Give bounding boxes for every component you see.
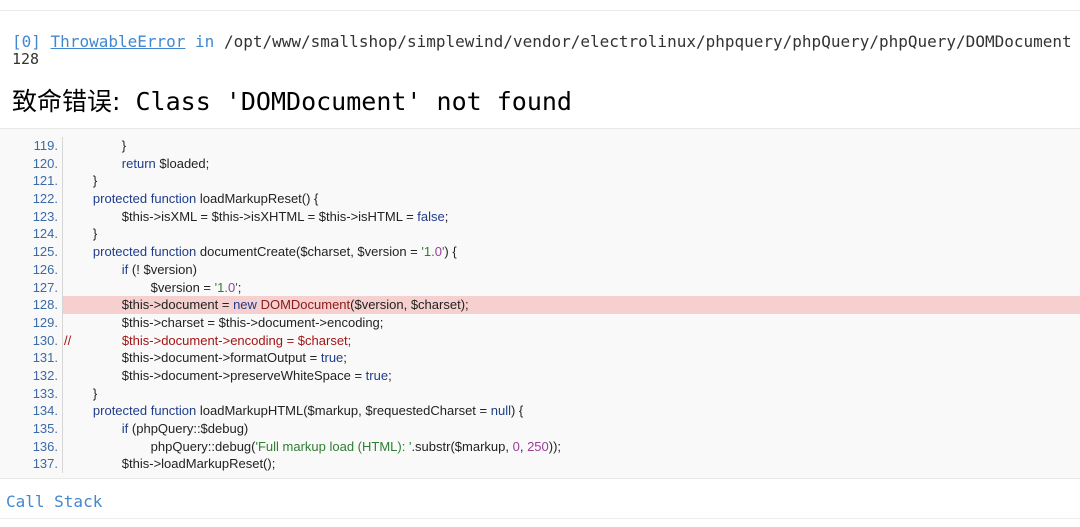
line-code: $this->charset = $this->document->encodi… xyxy=(64,314,384,330)
line-code: $this->document->formatOutput = true; xyxy=(64,350,347,366)
line-code: $this->loadMarkupReset(); xyxy=(64,456,276,472)
line-number: 137. xyxy=(32,456,58,472)
line-number: 136. xyxy=(32,438,58,454)
source-line: 135. if (phpQuery::$debug) xyxy=(0,420,1080,438)
line-number: 128. xyxy=(32,297,58,313)
source-lines: 119. } 120. return $loaded; 121. } 122. pro… xyxy=(0,137,1080,474)
line-gutter xyxy=(62,296,63,314)
source-line: 129. $this->charset = $this->document->e… xyxy=(0,313,1080,332)
line-code: $this->document = new DOMDocument($versi… xyxy=(64,297,469,313)
line-gutter xyxy=(62,384,63,403)
line-code: protected function documentCreate($chars… xyxy=(92,244,457,260)
line-gutter xyxy=(62,349,63,367)
line-number: 132. xyxy=(32,367,58,383)
line-code: } xyxy=(64,173,98,189)
top-divider xyxy=(0,10,1080,11)
source-line: 121. } xyxy=(0,172,1080,191)
line-gutter xyxy=(62,455,63,474)
line-gutter xyxy=(62,225,63,244)
line-number: 130. xyxy=(32,332,58,348)
line-gutter xyxy=(62,366,63,385)
call-stack-link[interactable]: Call Stack xyxy=(6,493,102,511)
line-gutter xyxy=(62,437,63,456)
source-line: 136. phpQuery::debug('Full markup load (… xyxy=(0,437,1080,456)
line-code: } xyxy=(64,138,127,153)
source-code-panel: 119. } 120. return $loaded; 121. } 122. pro… xyxy=(0,128,1080,479)
line-number: 126. xyxy=(32,261,58,277)
line-gutter xyxy=(62,260,63,279)
line-number: 121. xyxy=(32,173,58,189)
line-gutter xyxy=(62,331,63,350)
line-gutter xyxy=(62,402,63,420)
source-line: 126. if (! $version) xyxy=(0,260,1080,279)
file-path: /opt/www/smallshop/simplewind/vendor/ele… xyxy=(223,33,1072,51)
line-code: return $loaded; xyxy=(121,155,210,171)
bottom-divider xyxy=(0,518,1080,519)
line-code: $this->document->preserveWhiteSpace = tr… xyxy=(64,367,392,383)
source-line: 120. return $loaded; xyxy=(0,154,1080,173)
line-gutter xyxy=(62,243,63,261)
line-number: 133. xyxy=(32,385,58,401)
source-line: 130. // $this->document->encoding = $char… xyxy=(0,331,1080,350)
line-number: 134. xyxy=(32,403,58,419)
source-line: 131. $this->document->formatOutput = tru… xyxy=(0,349,1080,367)
source-line: 122. protected function loadMarkupReset(… xyxy=(0,190,1080,208)
line-code: if (! $version) xyxy=(121,261,197,277)
line-number: 127. xyxy=(32,279,58,295)
line-code: protected function loadMarkupHTML($marku… xyxy=(92,403,524,419)
error-message-text: Class 'DOMDocument' not found xyxy=(135,87,573,116)
line-gutter xyxy=(62,154,63,173)
error-location: [0] ThrowableError in /opt/www/smallshop… xyxy=(12,33,1080,51)
line-code: phpQuery::debug('Full markup load (HTML)… xyxy=(64,438,562,454)
line-number: 131. xyxy=(32,350,58,366)
line-code: // $this->document->encoding = $charset; xyxy=(64,332,352,348)
source-line: 134. protected function loadMarkupHTML($… xyxy=(0,402,1080,420)
line-number: 119. xyxy=(33,138,58,153)
source-line: 123. $this->isXML = $this->isXHTML = $th… xyxy=(0,207,1080,226)
line-gutter xyxy=(62,420,63,438)
line-code: } xyxy=(64,385,98,401)
source-line: 133. } xyxy=(0,384,1080,403)
line-code: } xyxy=(64,226,98,242)
exception-link[interactable]: ThrowableError xyxy=(51,33,186,51)
line-gutter xyxy=(62,190,63,208)
line-gutter xyxy=(62,207,63,226)
line-code: $version = '1.0'; xyxy=(64,279,242,295)
line-number: 120. xyxy=(32,155,58,171)
line-number: 123. xyxy=(32,208,58,224)
line-number: 125. xyxy=(32,244,58,260)
source-line: 125. protected function documentCreate($… xyxy=(0,243,1080,261)
source-line: 124. } xyxy=(0,225,1080,244)
error-message-prefix: 致命错误: xyxy=(12,87,121,116)
line-code: if (phpQuery::$debug) xyxy=(121,421,249,436)
line-gutter xyxy=(62,172,63,191)
in-label: in xyxy=(195,33,215,51)
error-message: 致命错误: Class 'DOMDocument' not found xyxy=(12,86,572,118)
source-line: 137. $this->loadMarkupReset(); xyxy=(0,455,1080,474)
line-code: $this->isXML = $this->isXHTML = $this->i… xyxy=(64,208,449,224)
source-line: 128. $this->document = new DOMDocument($… xyxy=(0,296,1080,314)
source-line: 119. } xyxy=(0,137,1080,155)
line-gutter xyxy=(62,137,63,155)
line-gutter xyxy=(62,278,63,297)
line-code: protected function loadMarkupReset() { xyxy=(92,191,319,207)
line-number: 122. xyxy=(32,191,58,207)
source-line: 127. $version = '1.0'; xyxy=(0,278,1080,297)
line-number: 124. xyxy=(32,226,58,242)
source-line: 132. $this->document->preserveWhiteSpace… xyxy=(0,366,1080,385)
error-code: [0] xyxy=(12,33,41,51)
line-number: 135. xyxy=(32,421,58,436)
line-gutter xyxy=(62,313,63,332)
error-line-number: 128 xyxy=(12,50,40,68)
line-number: 129. xyxy=(32,314,58,330)
